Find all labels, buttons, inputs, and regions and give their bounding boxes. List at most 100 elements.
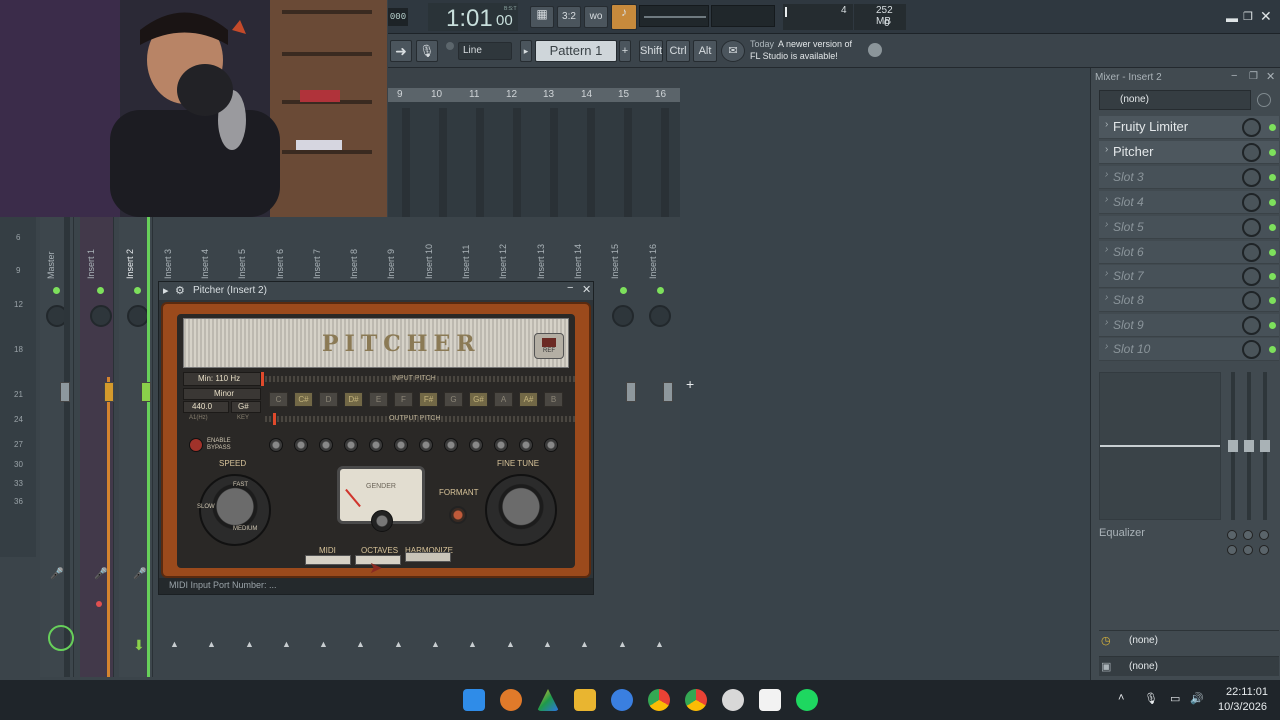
send-arrow-icon[interactable]: ▲ [543,639,552,649]
wait-input-icon[interactable]: wo [584,6,608,28]
effect-slot-5[interactable]: › Slot 5 [1099,216,1279,239]
news-text-2[interactable]: FL Studio is available! [750,51,838,61]
track-enable-led[interactable] [53,287,60,294]
send-arrow-icon[interactable]: ▲ [282,639,291,649]
note-knob[interactable] [319,438,333,452]
effect-slot-1[interactable]: › Fruity Limiter [1099,116,1279,139]
mixer-track-master[interactable]: Master 🎤 [40,217,74,677]
minimize-icon[interactable]: ▬ [1226,11,1238,25]
send-arrow-icon[interactable]: ▲ [394,639,403,649]
pan-knob[interactable] [612,305,634,327]
note-key-d-sharp[interactable]: D# [344,392,363,407]
effect-slot-2[interactable]: › Pitcher [1099,141,1279,164]
minimize-icon[interactable]: − [1231,70,1237,82]
slot-enable-led[interactable] [1269,174,1276,181]
song-position[interactable]: 1:01 00 B:S:T [428,3,518,32]
note-key-g-sharp[interactable]: G# [469,392,488,407]
effect-slot-8[interactable]: › Slot 8 [1099,289,1279,312]
volume-fader[interactable] [141,382,151,402]
news-text-1[interactable]: A newer version of [778,39,852,49]
pan-knob[interactable] [90,305,112,327]
gender-knob[interactable] [371,510,393,532]
slot-mix-knob[interactable] [1242,118,1261,137]
eq-knob[interactable] [1227,530,1237,540]
key-select[interactable]: G# [231,401,261,413]
note-key-c[interactable]: C [269,392,288,407]
clock-date[interactable]: 10/3/2026 [1218,701,1267,713]
step-edit-icon[interactable]: 3:2 [557,6,581,28]
slot-mix-knob[interactable] [1242,340,1261,359]
mic-icon[interactable]: 🎤 [50,567,64,580]
slot-enable-led[interactable] [1269,273,1276,280]
track-name[interactable]: Insert 6 [275,249,285,279]
close-app-icon[interactable]: ✕ [1260,8,1272,25]
network-icon[interactable]: ▭ [1170,692,1180,705]
chrome-icon[interactable] [648,689,670,711]
eq-knob[interactable] [1243,530,1253,540]
harmonize-mode-button[interactable] [405,552,451,562]
note-knob[interactable] [369,438,383,452]
input-select[interactable]: (none) [1099,90,1251,110]
mixer-track-insert-1[interactable]: Insert 1 🎤 [80,217,114,677]
effect-slot-3[interactable]: › Slot 3 [1099,166,1279,189]
eq-band-2-slider[interactable] [1244,440,1254,452]
output-select-1[interactable]: ◷ (none) [1099,630,1279,650]
tray-overflow-icon[interactable]: ˄ [1118,692,1124,704]
fine-tune-knob[interactable] [485,474,557,546]
effect-slot-9[interactable]: › Slot 9 [1099,314,1279,337]
track-name[interactable]: Insert 3 [163,249,173,279]
tray-mic-icon[interactable]: 🎙 [1144,692,1158,705]
track-enable-led[interactable] [620,287,627,294]
track-name[interactable]: Insert 11 [461,245,471,279]
track-name[interactable]: Insert 9 [386,249,396,279]
slot-mix-knob[interactable] [1242,267,1261,286]
latency-icon[interactable] [1257,93,1271,107]
globe-icon[interactable] [868,43,882,57]
slot-mix-knob[interactable] [1242,168,1261,187]
send-arrow-icon[interactable]: ▲ [356,639,365,649]
note-knob[interactable] [344,438,358,452]
plugin-titlebar[interactable]: ▸ ⚙ Pitcher (Insert 2) − ✕ [159,282,593,300]
note-key-g[interactable]: G [444,392,463,407]
news-icon[interactable]: ✉ [721,40,745,62]
send-arrow-icon[interactable]: ▲ [319,639,328,649]
slot-enable-led[interactable] [1269,124,1276,131]
close-icon[interactable]: ✕ [1266,70,1275,83]
send-arrow-icon[interactable]: ▲ [580,639,589,649]
metronome-icon[interactable]: ♪ [611,4,637,30]
note-knob[interactable] [394,438,408,452]
note-knob[interactable] [544,438,558,452]
slot-enable-led[interactable] [1269,346,1276,353]
note-knob[interactable] [494,438,508,452]
master-pitch-slider[interactable] [711,5,775,27]
snap-select[interactable]: Line [458,42,512,60]
arrow-right-icon[interactable]: ➜ [390,40,412,62]
slot-mix-knob[interactable] [1242,143,1261,162]
clock-time[interactable]: 22:11:01 [1226,686,1268,698]
eq-band-3-slider[interactable] [1260,440,1270,452]
track-name[interactable]: Insert 8 [349,249,359,279]
slot-enable-led[interactable] [1269,249,1276,256]
alt-button[interactable]: Alt [693,40,717,62]
pattern-add-icon[interactable]: + [619,40,631,62]
enable-bypass-toggle[interactable] [189,438,203,452]
track-name[interactable]: Insert 16 [648,244,658,279]
pan-knob[interactable] [127,305,149,327]
minimize-icon[interactable]: − [567,282,573,294]
eq-knob[interactable] [1243,545,1253,555]
scale-select[interactable]: Minor [183,388,261,400]
playlist-ruler[interactable]: 9 10 11 12 13 14 15 16 [388,88,680,102]
formant-button[interactable] [449,506,467,524]
volume-fader[interactable] [663,382,673,402]
track-name[interactable]: Insert 4 [200,249,210,279]
volume-fader[interactable] [104,382,114,402]
slot-mix-knob[interactable] [1242,218,1261,237]
spotify-icon[interactable] [796,689,818,711]
note-key-f-sharp[interactable]: F# [419,392,438,407]
pattern-selector[interactable]: Pattern 1 [535,40,617,62]
note-knob[interactable] [294,438,308,452]
obs-icon[interactable] [722,689,744,711]
google-drive-icon[interactable] [537,689,559,711]
track-name[interactable]: Insert 13 [536,244,546,279]
midi-mode-button[interactable] [305,555,351,565]
